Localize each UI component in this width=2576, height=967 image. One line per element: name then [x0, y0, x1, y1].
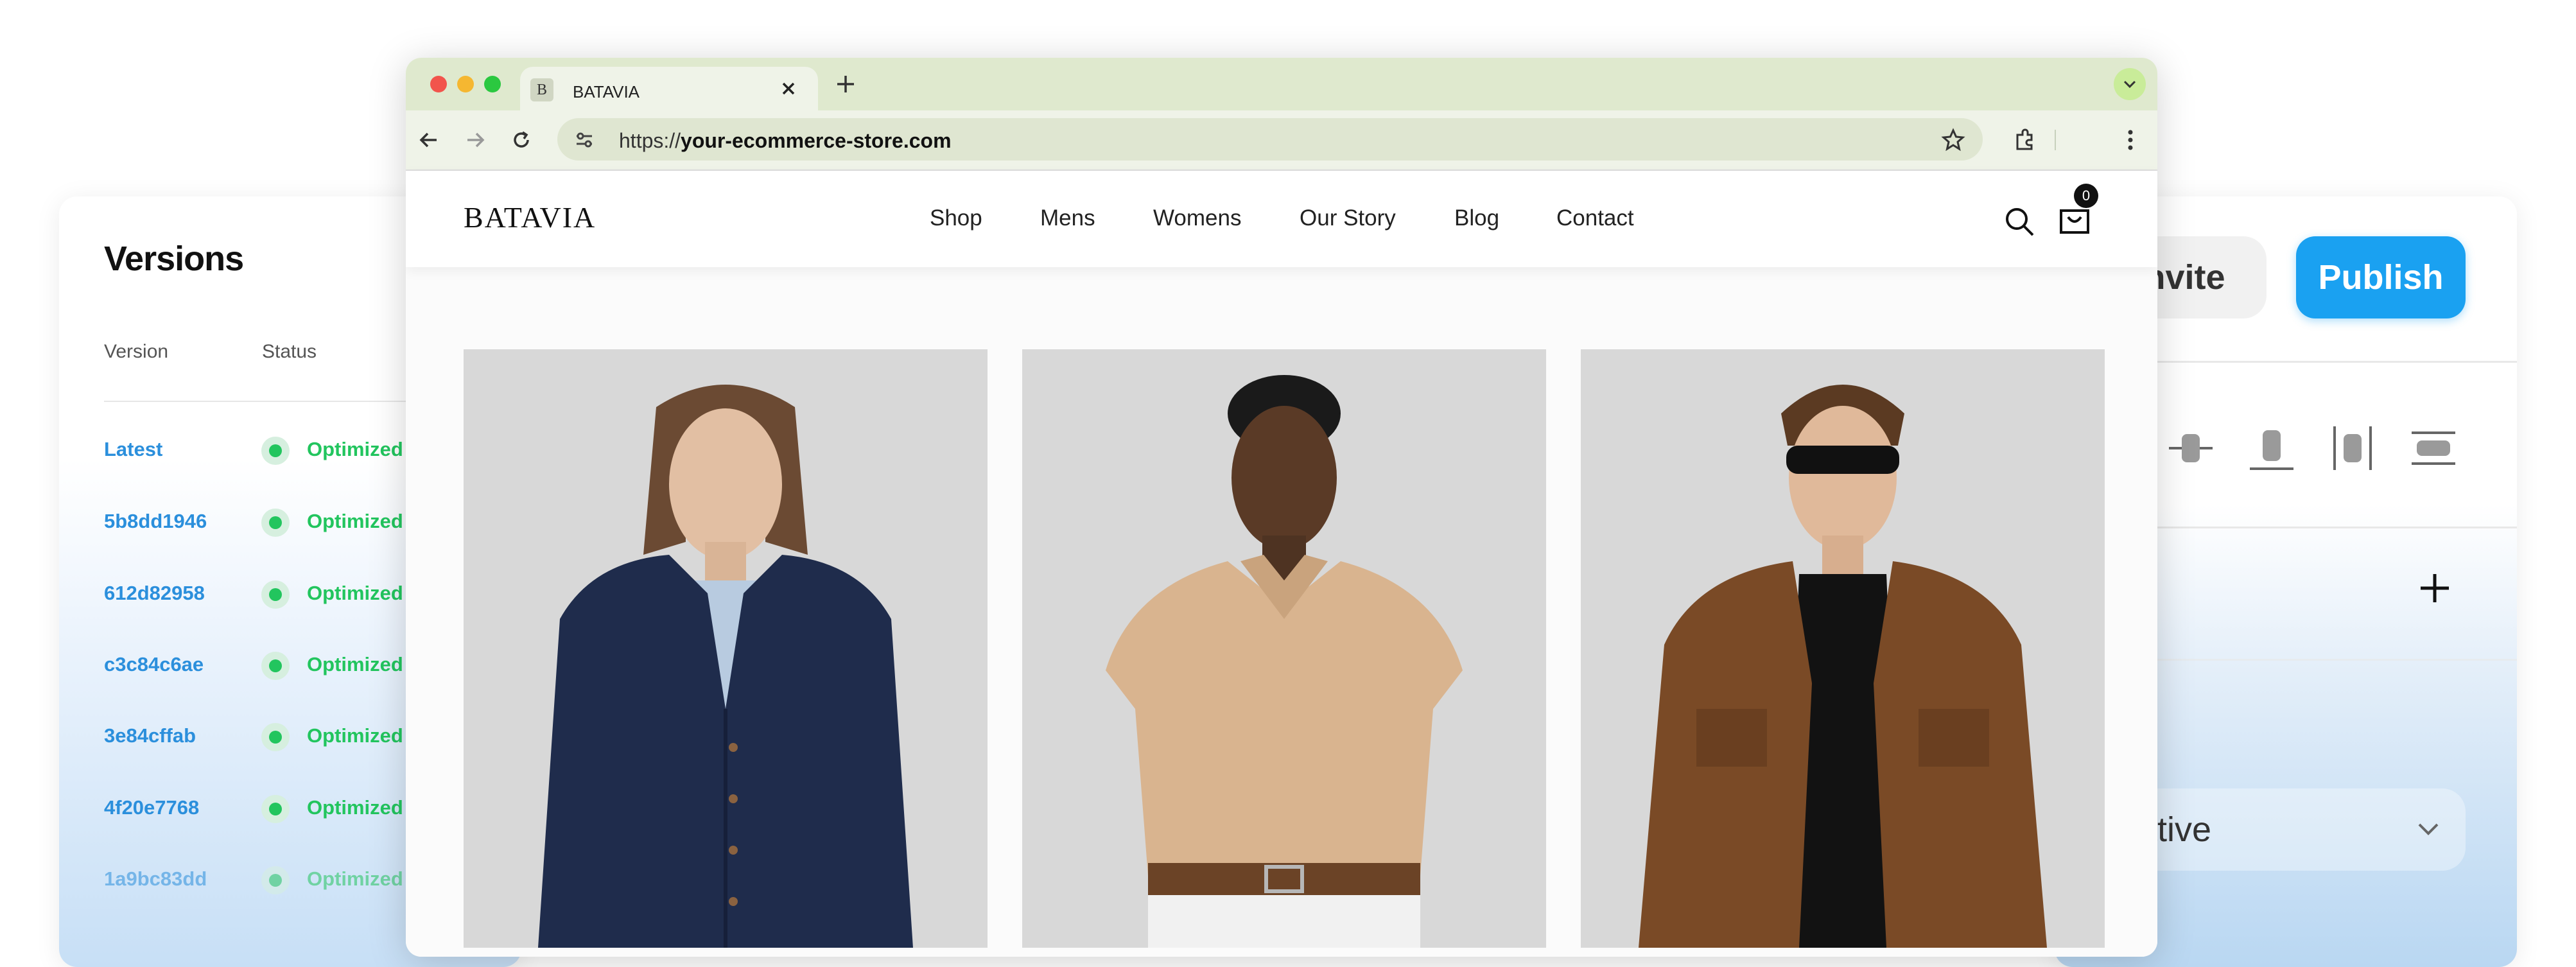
product-image-beige-polo[interactable] [1022, 349, 1546, 948]
star-icon[interactable] [1940, 127, 1966, 153]
chevron-down-icon [2123, 80, 2136, 89]
product-image-brown-jacket[interactable] [1581, 349, 2105, 948]
close-icon[interactable] [776, 76, 801, 101]
tab-title: BATAVIA [573, 82, 640, 101]
status-dot-icon [261, 437, 290, 465]
site-logo[interactable]: BATAVIA [464, 200, 596, 234]
status-badge: Optimized [307, 438, 403, 460]
extensions-icon[interactable] [2011, 126, 2039, 154]
product-image-navy-cardigan[interactable] [464, 349, 988, 948]
browser-window: B BATAVIA https://your-ecommerce-store.c… [406, 58, 2157, 957]
browser-toolbar: https://your-ecommerce-store.com [406, 110, 2157, 171]
distribute-icon[interactable] [2327, 423, 2378, 474]
tab-search-button[interactable] [2114, 68, 2146, 100]
status-dot-icon [261, 580, 290, 609]
site-header: BATAVIA Shop Mens Womens Our Story Blog … [406, 171, 2157, 267]
product-photo [1581, 349, 2105, 948]
toolbar-separator [2055, 130, 2056, 150]
chevron-down-icon [2418, 823, 2439, 835]
align-center-icon[interactable] [2165, 423, 2216, 474]
nav-item-mens[interactable]: Mens [1040, 205, 1095, 231]
status-badge: Optimized [307, 653, 403, 675]
reload-icon[interactable] [507, 126, 535, 154]
product-photo [464, 349, 988, 948]
plus-icon[interactable] [2415, 569, 2454, 607]
cart-count-badge: 0 [2074, 184, 2098, 208]
address-bar[interactable]: https://your-ecommerce-store.com [557, 118, 1983, 161]
status-badge: Optimized [307, 867, 403, 890]
status-dot-icon [261, 795, 290, 823]
align-bottom-icon[interactable] [2246, 423, 2297, 474]
version-id-link[interactable]: 5b8dd1946 [104, 510, 207, 533]
status-badge: Optimized [307, 796, 403, 819]
version-id-link[interactable]: c3c84c6ae [104, 653, 204, 676]
nav-item-our-story[interactable]: Our Story [1300, 205, 1396, 231]
status-dot-icon [261, 509, 290, 537]
close-window-icon[interactable] [430, 76, 447, 92]
status-badge: Optimized [307, 724, 403, 747]
versions-title: Versions [104, 240, 244, 278]
page-body [406, 267, 2157, 957]
status-dot-icon [261, 652, 290, 680]
nav-item-womens[interactable]: Womens [1153, 205, 1241, 231]
tab-strip: B BATAVIA [406, 58, 2157, 110]
nav-item-blog[interactable]: Blog [1454, 205, 1499, 231]
column-header-status: Status [262, 341, 317, 362]
status-badge: Optimized [307, 582, 403, 604]
version-id-link[interactable]: 1a9bc83dd [104, 867, 207, 891]
more-vertical-icon[interactable] [2116, 126, 2145, 154]
maximize-window-icon[interactable] [484, 76, 501, 92]
search-icon[interactable] [2002, 204, 2037, 239]
product-photo [1022, 349, 1546, 948]
version-id-link[interactable]: 3e84cffab [104, 724, 196, 747]
favicon-icon: B [530, 78, 553, 101]
publish-button[interactable]: Publish [2296, 236, 2466, 318]
status-dot-icon [261, 866, 290, 894]
version-id-link[interactable]: 612d82958 [104, 582, 205, 605]
status-dot-icon [261, 723, 290, 751]
column-header-version: Version [104, 341, 169, 362]
browser-tab[interactable]: B BATAVIA [520, 67, 818, 110]
site-settings-icon[interactable] [571, 127, 597, 153]
forward-arrow-icon[interactable] [461, 126, 489, 154]
url-text[interactable]: https://your-ecommerce-store.com [619, 129, 952, 153]
minimize-window-icon[interactable] [457, 76, 474, 92]
align-middle-icon[interactable] [2408, 423, 2459, 474]
version-id-link[interactable]: 4f20e7768 [104, 796, 199, 819]
new-tab-plus-icon[interactable] [830, 68, 862, 100]
status-badge: Optimized [307, 510, 403, 532]
nav-item-shop[interactable]: Shop [930, 205, 982, 231]
back-arrow-icon[interactable] [415, 126, 443, 154]
version-id-link[interactable]: Latest [104, 438, 162, 461]
nav-item-contact[interactable]: Contact [1556, 205, 1634, 231]
